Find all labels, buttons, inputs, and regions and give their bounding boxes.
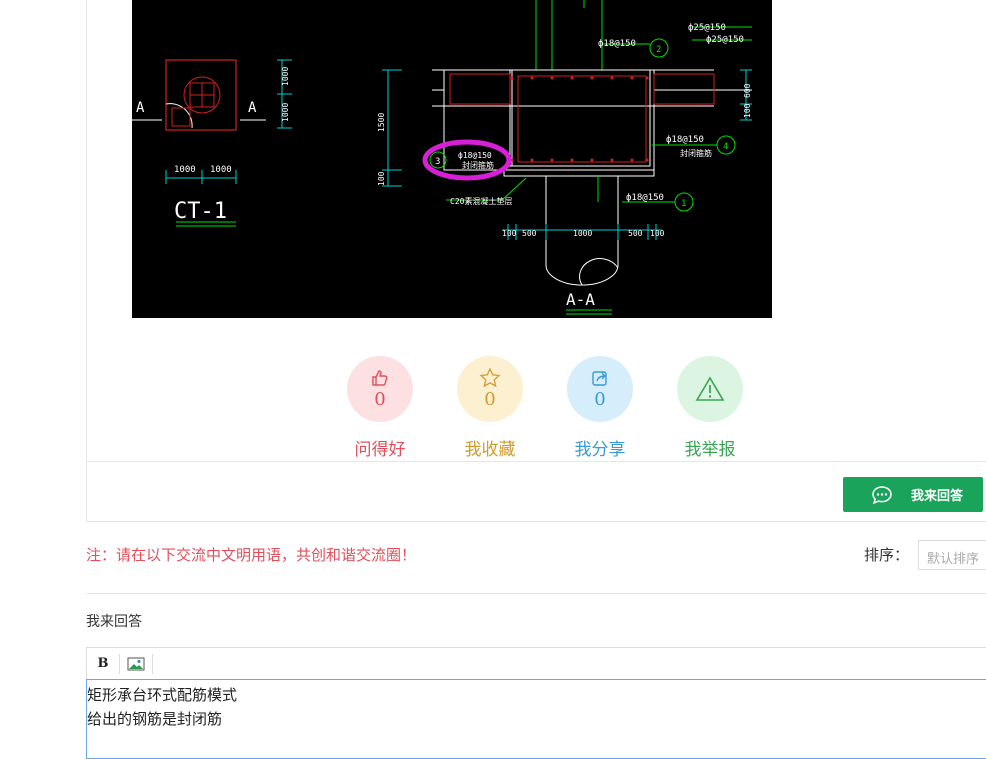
- share-icon: [590, 367, 610, 389]
- thumbs-up-icon: [370, 367, 390, 389]
- callout-4: 4: [723, 142, 728, 152]
- image-icon: [127, 657, 145, 670]
- cad-drawing-svg: A A 1000 1000 CT-1 ф18@150 ф25@150 ф25@1…: [132, 0, 752, 315]
- dim-1500: 1500: [377, 113, 386, 132]
- reply-editor[interactable]: 矩形承台环式配筋模式 给出的钢筋是封闭筋: [86, 679, 986, 759]
- report-action[interactable]: 我举报: [665, 356, 755, 460]
- editor-line: 给出的钢筋是封闭筋: [87, 710, 223, 728]
- rebar-label-1: ф18@150: [626, 193, 664, 203]
- bottom-dim-4: 500: [628, 229, 643, 238]
- favorite-count: 0: [484, 389, 496, 410]
- rebar-label-4: ф18@150: [666, 135, 704, 145]
- bold-button[interactable]: B: [87, 653, 120, 674]
- etiquette-notice: 注：请在以下交流中文明用语，共创和谐交流圈！: [86, 546, 417, 564]
- bedding-label: C20素混凝土垫层: [450, 196, 512, 206]
- like-action[interactable]: 0 问得好: [335, 356, 425, 460]
- like-count: 0: [374, 389, 386, 410]
- like-circle-button[interactable]: 0: [347, 356, 413, 422]
- dim-1000-v2: 1000: [281, 103, 290, 122]
- answer-button-label: 我来回答: [911, 488, 964, 503]
- answer-button[interactable]: 我来回答: [843, 477, 983, 512]
- reply-section-title: 我来回答: [86, 614, 142, 630]
- cap-name: CT-1: [174, 199, 227, 224]
- favorite-action[interactable]: 0 我收藏: [445, 356, 535, 460]
- rebar-label-3: ф18@150: [458, 151, 492, 160]
- bottom-dim-1: 100: [502, 229, 517, 238]
- report-circle-button[interactable]: [677, 356, 743, 422]
- share-action[interactable]: 0 我分享: [555, 356, 645, 460]
- rebar-top-1: ф25@150: [688, 23, 726, 33]
- sort-select[interactable]: 默认排序: [918, 540, 986, 570]
- bottom-dim-5: 100: [650, 229, 665, 238]
- bottom-dim-2: 500: [522, 229, 537, 238]
- favorite-circle-button[interactable]: 0: [457, 356, 523, 422]
- dim-1000-a: 1000: [174, 165, 196, 175]
- dim-100: 100: [377, 171, 386, 186]
- section-title: A-A: [566, 290, 595, 309]
- cad-drawing-image: A A 1000 1000 CT-1 ф18@150 ф25@150 ф25@1…: [132, 0, 772, 318]
- callout-3: 3: [435, 157, 440, 167]
- share-circle-button[interactable]: 0: [567, 356, 633, 422]
- dim-600: 600: [743, 83, 752, 98]
- dim-1000-v1: 1000: [281, 67, 290, 86]
- report-label[interactable]: 我举报: [665, 435, 755, 460]
- dim-100-right: 100: [743, 103, 752, 118]
- callout-2: 2: [656, 45, 661, 55]
- ring-note-4: 封闭箍筋: [680, 148, 712, 158]
- section-mark-right: A: [248, 100, 257, 116]
- rebar-label-2: ф18@150: [598, 39, 636, 49]
- chat-bubble-icon: [871, 485, 893, 505]
- section-mark-left: A: [136, 100, 145, 116]
- insert-image-button[interactable]: [120, 653, 153, 674]
- like-label[interactable]: 问得好: [335, 435, 425, 460]
- favorite-label[interactable]: 我收藏: [445, 435, 535, 460]
- bottom-dim-3: 1000: [573, 229, 592, 238]
- editor-toolbar: B: [86, 647, 986, 679]
- rebar-top-2: ф25@150: [706, 35, 744, 45]
- dim-1000-b: 1000: [210, 165, 232, 175]
- sort-label: 排序：: [864, 546, 910, 564]
- star-icon: [479, 367, 501, 389]
- callout-1: 1: [681, 199, 686, 209]
- divider: [86, 593, 986, 594]
- ring-note-3: 封闭箍筋: [462, 160, 494, 170]
- share-count: 0: [594, 389, 606, 410]
- warning-icon: [695, 369, 725, 409]
- divider: [86, 461, 986, 462]
- share-label[interactable]: 我分享: [555, 435, 645, 460]
- editor-line: 矩形承台环式配筋模式: [87, 686, 238, 704]
